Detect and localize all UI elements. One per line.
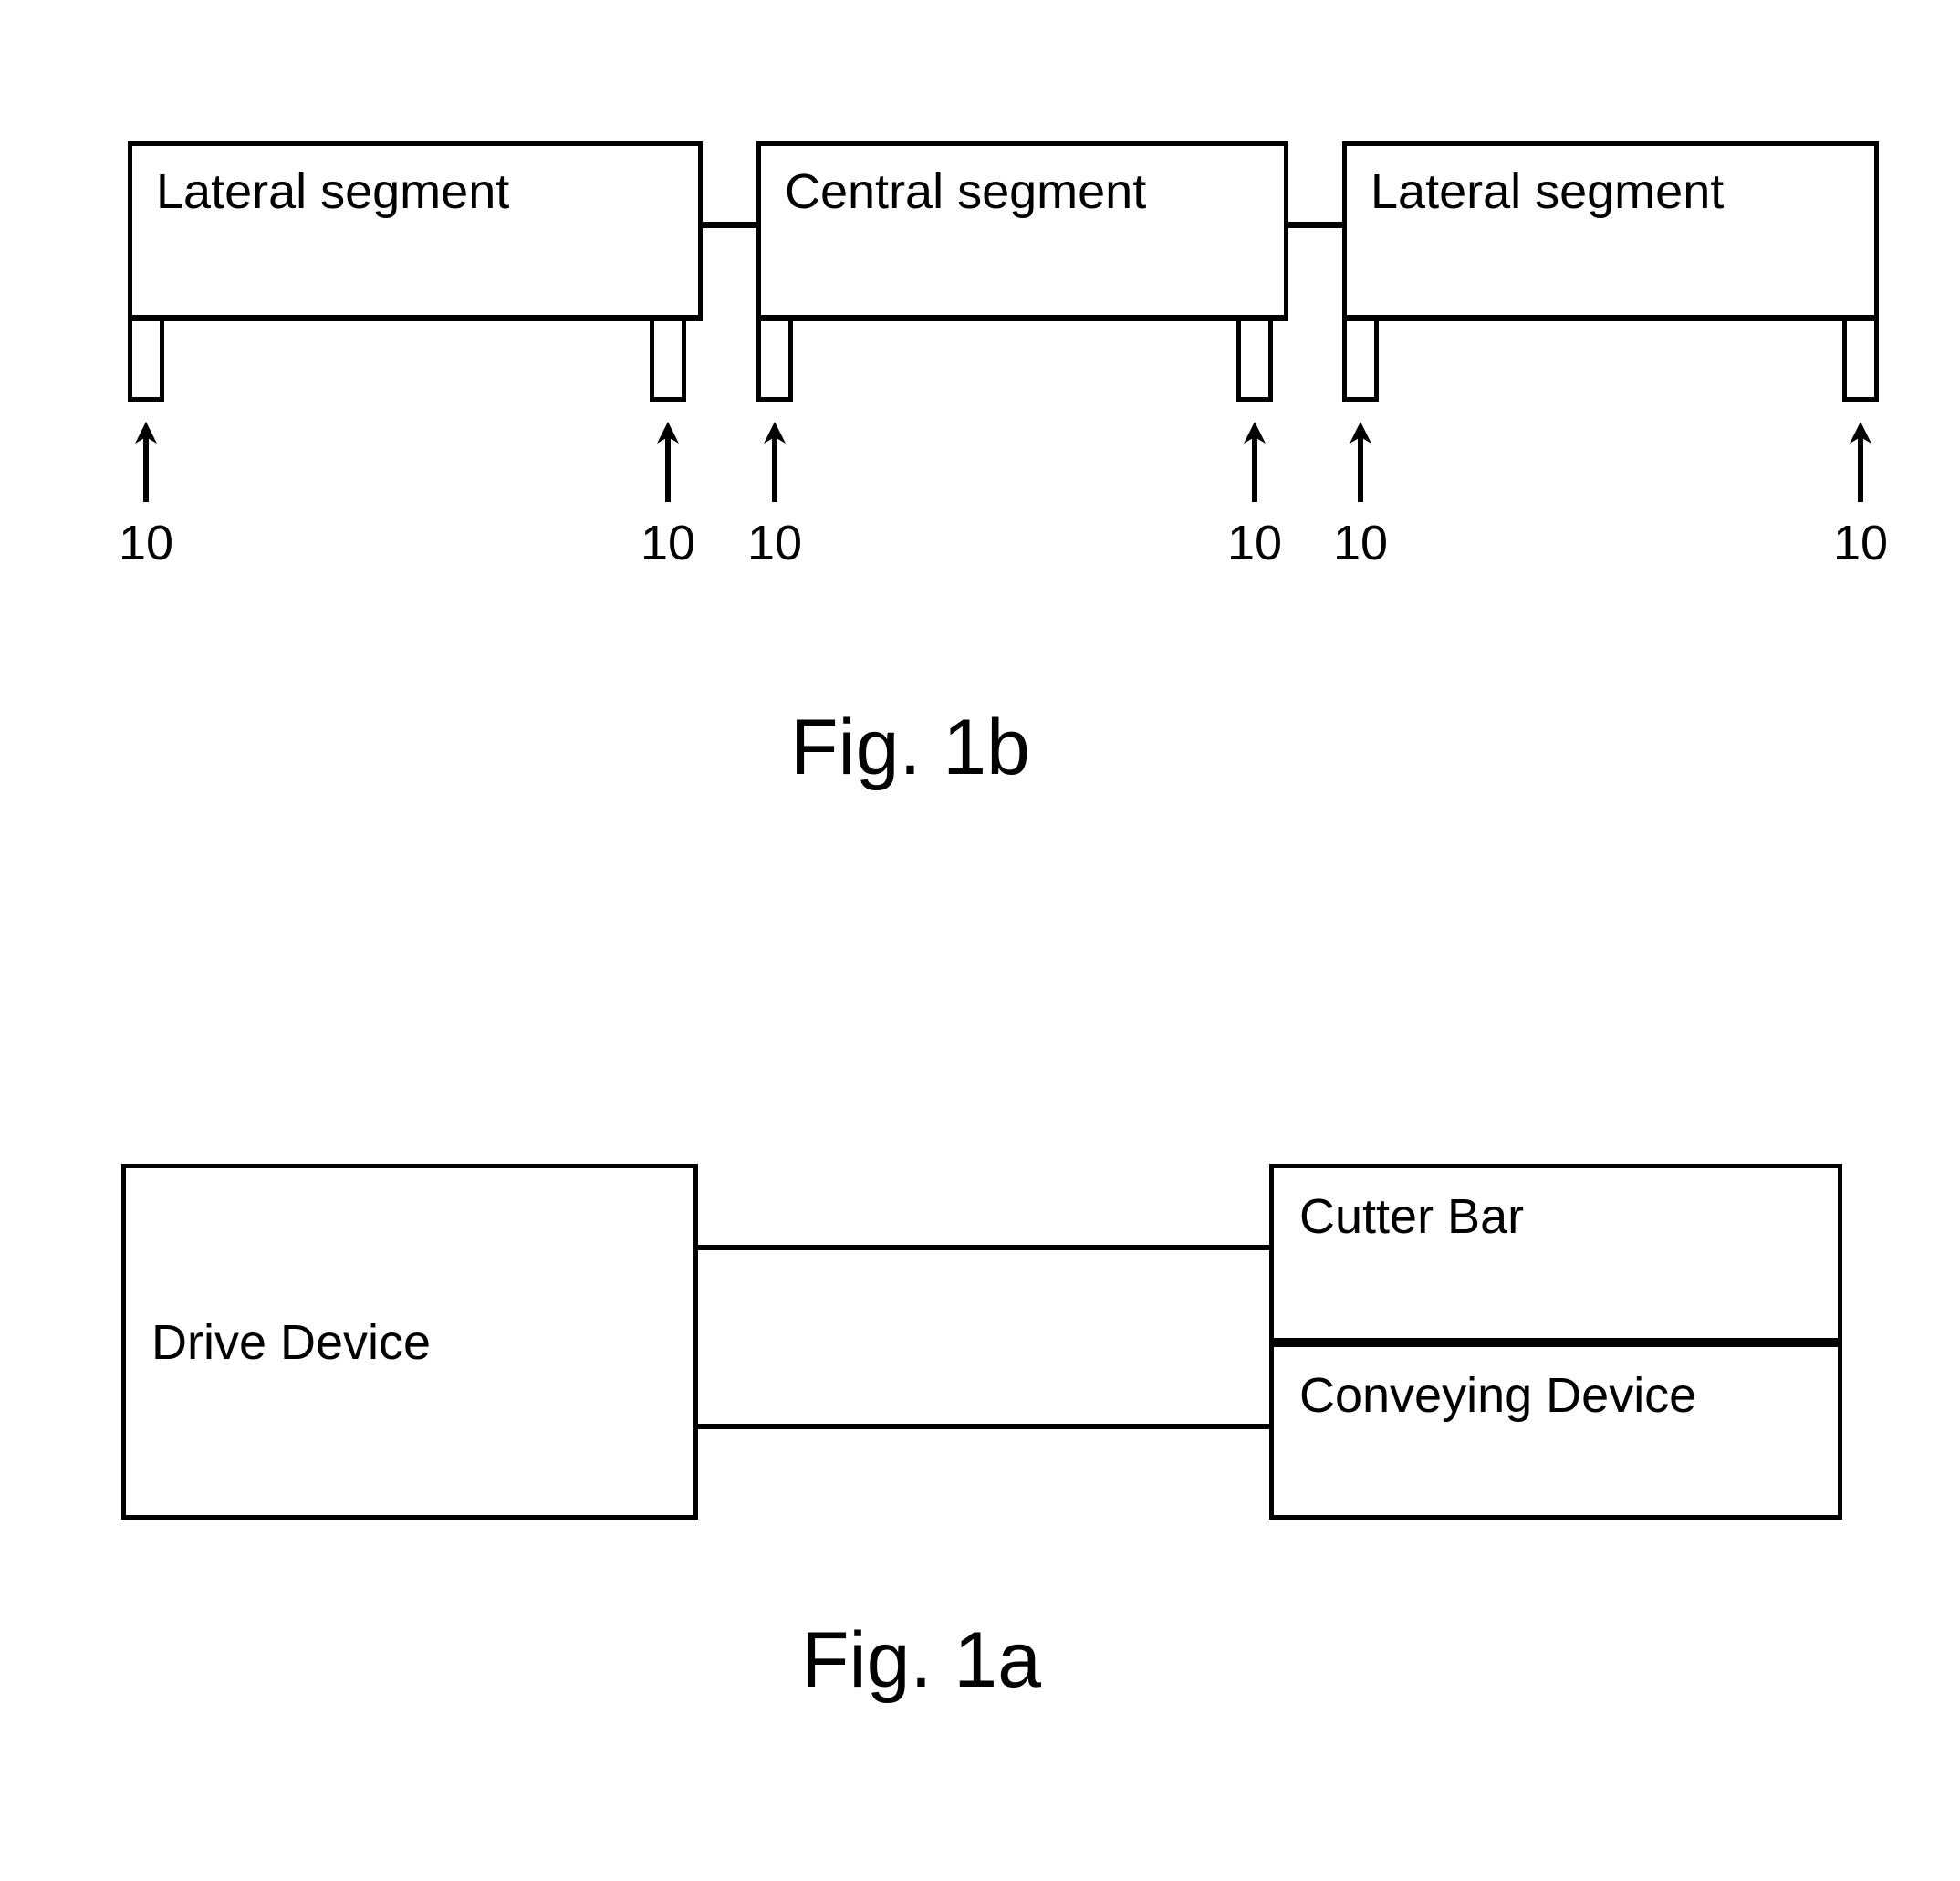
- up-arrow-icon: [1350, 422, 1371, 502]
- block-drive-device: Drive Device: [121, 1164, 698, 1520]
- segment-leg: [1236, 321, 1273, 402]
- segment-label: Lateral segment: [156, 164, 510, 219]
- segment-leg: [650, 321, 686, 402]
- segment-label: Lateral segment: [1371, 164, 1725, 219]
- reference-numeral: 10: [1333, 516, 1389, 570]
- segment-box-lateral-left: Lateral segment: [128, 141, 703, 319]
- block-conveying-device: Conveying Device: [1269, 1343, 1842, 1520]
- up-arrow-icon: [135, 422, 157, 502]
- reference-numeral: 10: [1833, 516, 1889, 570]
- block-label: Conveying Device: [1299, 1368, 1697, 1423]
- segment-leg: [1842, 321, 1879, 402]
- segment-bridge-left: [703, 222, 761, 228]
- segment-rail-central: [756, 315, 1288, 321]
- reference-numeral: 10: [641, 516, 696, 570]
- reference-numeral: 10: [1227, 516, 1283, 570]
- segment-leg: [1342, 321, 1379, 402]
- segment-bridge-right: [1288, 222, 1347, 228]
- up-arrow-icon: [1244, 422, 1266, 502]
- up-arrow-icon: [657, 422, 679, 502]
- segment-label: Central segment: [785, 164, 1147, 219]
- callout-10: 10: [1833, 422, 1888, 568]
- callout-10: 10: [641, 422, 695, 568]
- up-arrow-icon: [1850, 422, 1871, 502]
- callout-10: 10: [1333, 422, 1388, 568]
- drawing-sheet: Lateral segment Central segment Lateral …: [0, 0, 1960, 1881]
- connector-drive-to-conveying-device: [698, 1424, 1275, 1429]
- callout-10: 10: [119, 422, 173, 568]
- up-arrow-icon: [764, 422, 786, 502]
- segment-box-central: Central segment: [756, 141, 1288, 319]
- block-label: Cutter Bar: [1299, 1189, 1525, 1244]
- connector-drive-to-cutter-bar: [698, 1245, 1275, 1250]
- segment-rail-lateral-left: [128, 315, 703, 321]
- callout-10: 10: [1227, 422, 1282, 568]
- segment-leg: [128, 321, 164, 402]
- segment-rail-lateral-right: [1342, 315, 1879, 321]
- block-label: Drive Device: [151, 1315, 432, 1370]
- callout-10: 10: [747, 422, 802, 568]
- reference-numeral: 10: [747, 516, 803, 570]
- figure-caption-1b: Fig. 1b: [790, 704, 1030, 791]
- block-cutter-bar: Cutter Bar: [1269, 1164, 1842, 1343]
- segment-box-lateral-right: Lateral segment: [1342, 141, 1879, 319]
- figure-caption-1a: Fig. 1a: [801, 1616, 1041, 1704]
- segment-leg: [756, 321, 793, 402]
- reference-numeral: 10: [119, 516, 174, 570]
